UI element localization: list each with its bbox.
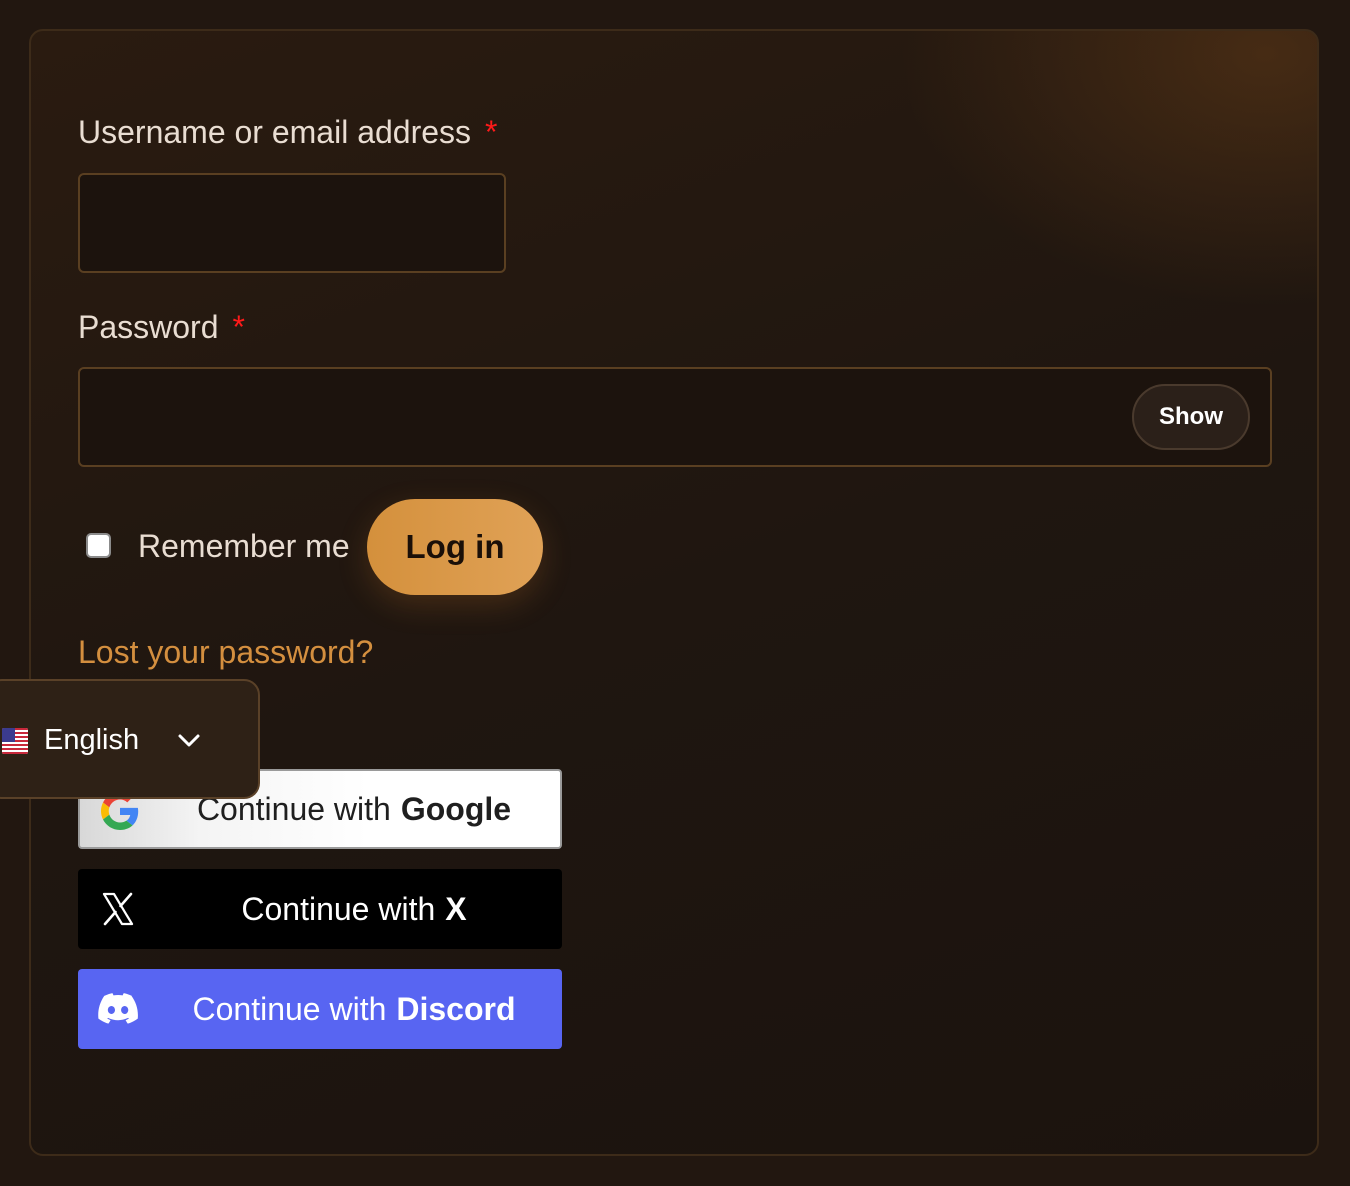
continue-with-x-button[interactable]: Continue with X [78,869,562,949]
lost-password-link[interactable]: Lost your password? [78,632,373,672]
remember-me-label[interactable]: Remember me [138,526,350,566]
username-field-container [78,173,506,273]
chevron-down-icon [176,727,202,753]
remember-me-checkbox[interactable] [86,533,111,558]
discord-button-text: Continue with Discord [192,990,516,1027]
x-button-text: Continue with X [241,890,467,927]
password-field-container: Show [78,367,1272,467]
login-button[interactable]: Log in [367,499,543,595]
show-password-button[interactable]: Show [1132,384,1250,450]
us-flag-icon [2,728,28,754]
password-label: Password * [78,309,245,345]
password-input[interactable] [80,369,1270,465]
username-input[interactable] [80,175,504,271]
required-marker: * [232,309,245,345]
language-switcher[interactable]: English [0,679,260,799]
username-label: Username or email address * [78,114,498,150]
continue-with-discord-button[interactable]: Continue with Discord [78,969,562,1049]
language-label: English [44,724,140,756]
required-marker: * [485,114,498,150]
x-icon [98,889,138,929]
discord-icon [98,989,138,1029]
